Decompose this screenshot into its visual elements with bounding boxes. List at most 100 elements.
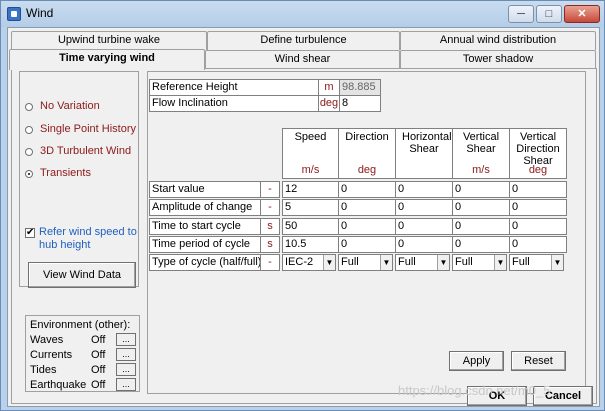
tides-settings-button[interactable]: ...: [116, 363, 136, 376]
row-label-type-of-cycle: Type of cycle (half/full): [149, 254, 261, 271]
radio-label: No Variation: [40, 100, 100, 112]
radio-single-point-history[interactable]: Single Point History: [25, 123, 140, 137]
radio-transients[interactable]: Transients: [25, 167, 140, 181]
dialog-body: Upwind turbine wake Define turbulence An…: [7, 27, 600, 407]
row-label-time-period: Time period of cycle: [149, 236, 261, 253]
flow-inclination-field[interactable]: 8: [339, 95, 381, 112]
select-value: Full: [455, 256, 473, 268]
row-unit: -: [260, 199, 280, 216]
chevron-down-icon[interactable]: ▼: [494, 255, 506, 270]
select-value: Full: [398, 256, 416, 268]
amplitude-direction-field[interactable]: 0: [338, 199, 396, 216]
row-label-start-value: Start value: [149, 181, 261, 198]
env-row-earthquake: Earthquake Off ...: [30, 378, 145, 393]
column-unit: deg: [357, 164, 377, 176]
time-to-start-vertical-direction-shear-field[interactable]: 0: [509, 218, 567, 235]
cycle-type-vertical-direction-shear-select[interactable]: Full ▼: [509, 254, 564, 271]
column-header-direction: Direction deg: [338, 128, 396, 179]
cycle-type-speed-select[interactable]: IEC-2 ▼: [282, 254, 336, 271]
amplitude-vertical-direction-shear-field[interactable]: 0: [509, 199, 567, 216]
app-icon: [7, 7, 21, 21]
cycle-type-vertical-shear-select[interactable]: Full ▼: [452, 254, 507, 271]
time-period-vertical-shear-field[interactable]: 0: [452, 236, 510, 253]
radio-label: Single Point History: [40, 123, 136, 135]
chevron-down-icon[interactable]: ▼: [437, 255, 449, 270]
column-title: Vertical Shear: [462, 131, 500, 155]
time-to-start-speed-field[interactable]: 50: [282, 218, 339, 235]
column-unit: m/s: [301, 164, 320, 176]
env-value: Off: [91, 364, 106, 376]
row-label-amplitude: Amplitude of change: [149, 199, 261, 216]
radio-no-variation[interactable]: No Variation: [25, 100, 140, 114]
radio-button-selected[interactable]: [25, 170, 33, 178]
env-name: Earthquake: [30, 379, 87, 391]
time-period-speed-field[interactable]: 10.5: [282, 236, 339, 253]
column-title: Direction: [345, 131, 389, 143]
refer-hub-height-label: Refer wind speed to hub height: [39, 226, 137, 251]
radio-button[interactable]: [25, 103, 33, 111]
flow-inclination-label: Flow Inclination: [149, 95, 319, 112]
tab-annual-wind-distribution[interactable]: Annual wind distribution: [400, 31, 596, 50]
start-value-horizontal-shear-field[interactable]: 0: [395, 181, 453, 198]
env-row-currents: Currents Off ...: [30, 348, 145, 363]
env-name: Currents: [30, 349, 73, 361]
env-row-waves: Waves Off ...: [30, 333, 145, 348]
row-label-time-to-start: Time to start cycle: [149, 218, 261, 235]
column-header-vertical-direction-shear: Vertical Direction Shear deg: [509, 128, 567, 179]
radio-3d-turbulent-wind[interactable]: 3D Turbulent Wind: [25, 145, 140, 159]
minimize-button[interactable]: ─: [508, 5, 534, 23]
start-value-vertical-shear-field[interactable]: 0: [452, 181, 510, 198]
tab-upwind-turbine-wake[interactable]: Upwind turbine wake: [11, 31, 207, 50]
cycle-type-direction-select[interactable]: Full ▼: [338, 254, 393, 271]
start-value-vertical-direction-shear-field[interactable]: 0: [509, 181, 567, 198]
reference-height-label: Reference Height: [149, 79, 319, 96]
radio-button[interactable]: [25, 148, 33, 156]
title-bar[interactable]: Wind ─ □ ✕: [1, 1, 604, 27]
time-period-horizontal-shear-field[interactable]: 0: [395, 236, 453, 253]
time-period-vertical-direction-shear-field[interactable]: 0: [509, 236, 567, 253]
tab-wind-shear[interactable]: Wind shear: [205, 50, 400, 69]
row-unit: s: [260, 236, 280, 253]
select-value: IEC-2: [285, 256, 314, 268]
column-title: Horizontal Shear: [402, 131, 452, 155]
env-row-tides: Tides Off ...: [30, 363, 145, 378]
start-value-direction-field[interactable]: 0: [338, 181, 396, 198]
radio-label: Transients: [40, 167, 91, 179]
row-unit: -: [260, 181, 280, 198]
close-button[interactable]: ✕: [564, 5, 600, 23]
column-title: Vertical Direction Shear: [516, 131, 560, 167]
env-name: Tides: [30, 364, 57, 376]
env-name: Waves: [30, 334, 64, 346]
chevron-down-icon[interactable]: ▼: [380, 255, 392, 270]
apply-button[interactable]: Apply: [449, 351, 504, 371]
time-to-start-vertical-shear-field[interactable]: 0: [452, 218, 510, 235]
env-value: Off: [91, 334, 106, 346]
currents-settings-button[interactable]: ...: [116, 348, 136, 361]
amplitude-horizontal-shear-field[interactable]: 0: [395, 199, 453, 216]
refer-hub-height-checkbox[interactable]: ✔: [25, 228, 35, 238]
chevron-down-icon[interactable]: ▼: [323, 255, 335, 270]
column-unit: m/s: [472, 164, 490, 176]
tab-define-turbulence[interactable]: Define turbulence: [207, 31, 400, 50]
watermark: https://blog.csdn.net/m0_5: [398, 383, 551, 398]
reference-height-unit: m: [318, 79, 340, 96]
view-wind-data-button[interactable]: View Wind Data: [28, 262, 136, 288]
maximize-button[interactable]: □: [536, 5, 562, 23]
column-header-horizontal-shear: Horizontal Shear: [395, 128, 453, 179]
time-to-start-direction-field[interactable]: 0: [338, 218, 396, 235]
time-period-direction-field[interactable]: 0: [338, 236, 396, 253]
time-to-start-horizontal-shear-field[interactable]: 0: [395, 218, 453, 235]
select-value: Full: [512, 256, 530, 268]
chevron-down-icon[interactable]: ▼: [551, 255, 563, 270]
start-value-speed-field[interactable]: 12: [282, 181, 339, 198]
earthquake-settings-button[interactable]: ...: [116, 378, 136, 391]
cycle-type-horizontal-shear-select[interactable]: Full ▼: [395, 254, 450, 271]
waves-settings-button[interactable]: ...: [116, 333, 136, 346]
tab-time-varying-wind[interactable]: Time varying wind: [9, 49, 205, 70]
amplitude-vertical-shear-field[interactable]: 0: [452, 199, 510, 216]
radio-button[interactable]: [25, 126, 33, 134]
reference-height-field: 98.885: [339, 79, 381, 96]
amplitude-speed-field[interactable]: 5: [282, 199, 339, 216]
reset-button[interactable]: Reset: [511, 351, 566, 371]
tab-tower-shadow[interactable]: Tower shadow: [400, 50, 596, 69]
